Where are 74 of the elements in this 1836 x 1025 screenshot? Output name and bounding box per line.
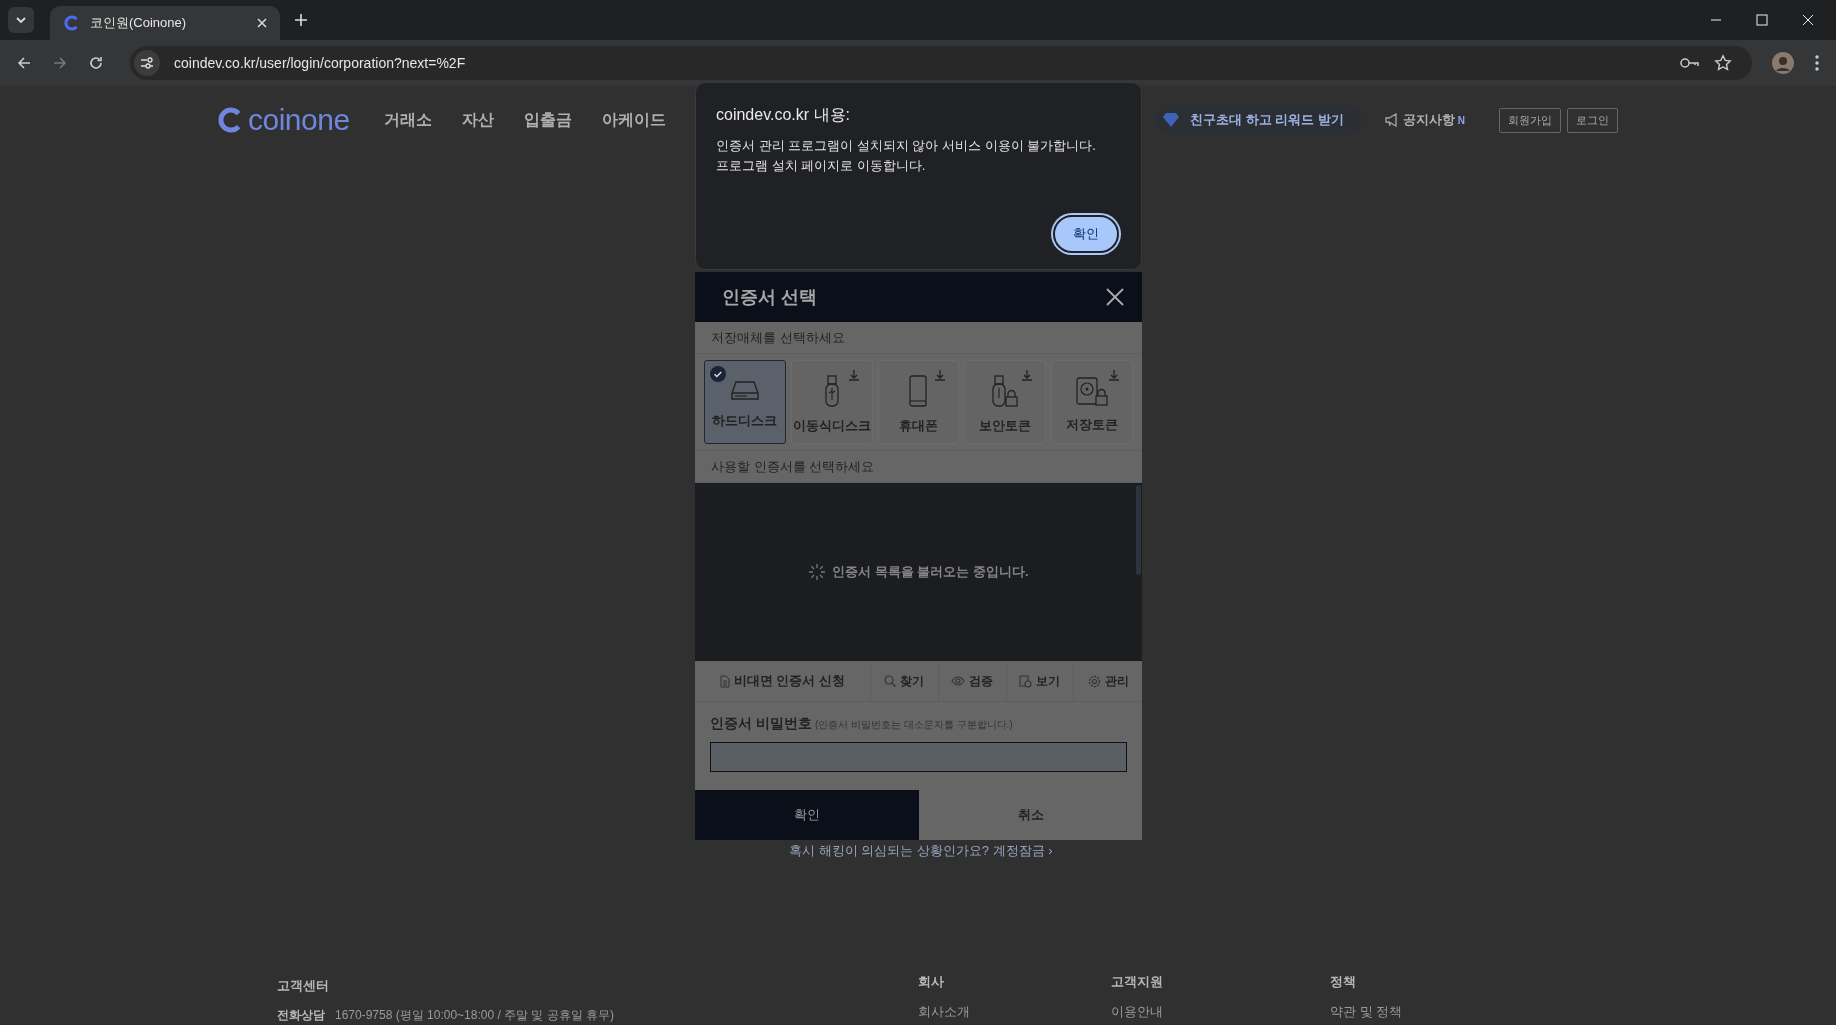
coinone-logo[interactable]: coinone [218,103,350,137]
footer-link[interactable]: 약관 및 정책 [1330,1003,1403,1021]
nav-link[interactable]: 입출금 [523,109,572,131]
storage-option[interactable]: 하드디스크 [704,360,786,444]
alert-title: coindev.co.kr 내용: [716,105,851,125]
action-button[interactable]: 보기 [1006,661,1075,701]
nav-link[interactable]: 거래소 [383,109,432,131]
footer-link[interactable]: 이용안내 [1111,1003,1330,1021]
key-icon[interactable] [1680,56,1700,70]
dialog-title: 인증서 선택 [722,286,817,309]
eye-icon [951,676,966,686]
loading-text: 인증서 목록을 불러오는 중입니다. [832,563,1029,581]
spinner-icon [808,563,827,581]
megaphone-icon [1383,113,1400,127]
gear-icon [1087,674,1101,688]
back-icon[interactable] [16,55,32,71]
download-icon[interactable] [847,369,860,381]
section-label: 저장매체를 선택하세요 [711,328,845,347]
download-icon[interactable] [1021,369,1034,381]
url-text: coindev.co.kr/user/login/corporation?next=%2F [174,55,466,71]
usb-lock-icon [991,375,1020,407]
account-lock-link[interactable]: 혹시 해킹이 의심되는 상황인가요? 계정잠금 › [789,842,1053,860]
site-settings-icon[interactable] [134,50,160,76]
action-button[interactable]: 검증 [938,661,1007,701]
invite-promo-button[interactable]: 친구초대 하고 리워드 받기 [1153,105,1362,135]
ok-button[interactable]: 확인 [1053,215,1119,253]
password-field[interactable] [710,742,1127,772]
favicon-icon [64,15,80,31]
nav-link[interactable]: 자산 [461,109,494,131]
tab-title: 코인원(Coinone) [90,14,188,32]
nav-link[interactable]: 아케이드 [601,109,666,131]
footer-heading: 고객센터 [277,977,330,995]
download-icon[interactable] [1108,369,1120,381]
header-button[interactable]: 로그인 [1567,107,1618,133]
storage-option[interactable]: 이동식디스크 [790,360,873,444]
download-icon[interactable] [934,369,947,381]
action-button[interactable]: 관리 [1074,661,1142,701]
document-icon [719,674,730,688]
footer-heading: 정책 [1330,973,1357,991]
storage-option[interactable]: 저장토큰 [1051,360,1133,444]
new-tab-icon[interactable] [294,13,308,27]
storage-option[interactable]: 보안토큰 [964,360,1047,444]
address-bar[interactable]: coindev.co.kr/user/login/corporation?next=%2F [130,46,1752,80]
close-icon[interactable] [1106,288,1124,306]
password-label: 인증서 비밀번호 [710,715,812,733]
diamond-icon [1161,112,1180,128]
reload-icon[interactable] [88,55,104,71]
header-button[interactable]: 회원가입 [1499,107,1561,133]
forward-icon[interactable] [52,55,68,71]
storage-option[interactable]: 휴대폰 [877,360,960,444]
section-label: 사용할 인증서를 선택하세요 [711,457,875,476]
certificate-icon [1019,674,1033,688]
phone-label: 전화상담 [277,1007,325,1024]
hard-drive-icon [729,380,760,402]
check-icon [710,366,726,382]
disk-lock-icon [1076,376,1109,406]
confirm-button[interactable]: 확인 [695,790,919,840]
star-icon[interactable] [1714,54,1732,72]
usb-drive-icon [823,375,840,407]
browser-tab[interactable]: 코인원(Coinone) [50,6,280,40]
action-button[interactable]: 찾기 [871,661,939,701]
scrollbar[interactable] [1136,485,1141,575]
phone-text: 1670-9758 (평일 10:00~18:00 / 주말 및 공휴일 휴무) [335,1007,615,1024]
footer-heading: 고객지원 [1111,973,1164,991]
footer-heading: 회사 [918,973,945,991]
more-icon[interactable] [1814,54,1820,72]
tab-list-button[interactable] [8,7,34,33]
search-icon [884,675,897,687]
maximize-icon[interactable] [1756,14,1768,26]
footer-link[interactable]: 회사소개 [918,1003,1111,1021]
alert-message: 인증서 관리 프로그램이 설치되지 않아 서비스 이용이 불가합니다. 프로그램 설치 페이지로 이동합니다. [716,137,1097,175]
phone-icon [908,375,929,407]
avatar-icon[interactable] [1772,52,1794,74]
action-button[interactable]: 비대면 인증서 신청 [695,661,871,701]
